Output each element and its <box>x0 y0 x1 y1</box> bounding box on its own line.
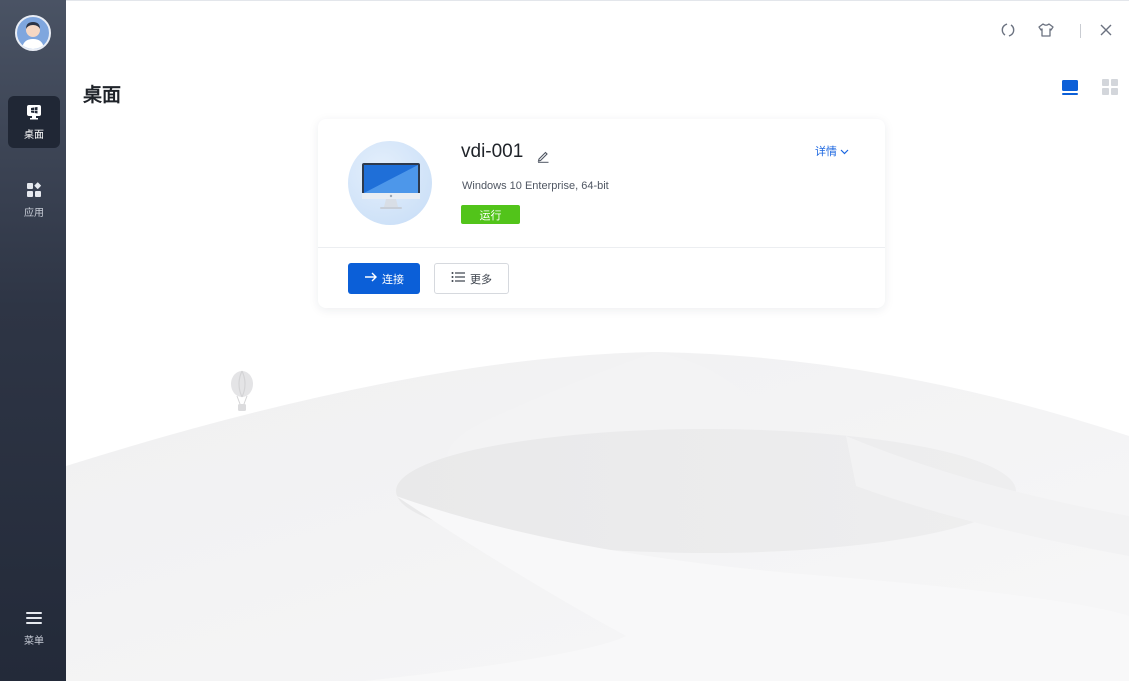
apps-icon <box>26 181 42 202</box>
details-link[interactable]: 详情 <box>815 143 849 159</box>
desktop-name: vdi-001 <box>461 141 524 162</box>
connect-label: 连接 <box>382 273 404 286</box>
desktop-card: vdi-001 Windows 10 Enterprise, 64-bit 运行… <box>318 119 885 308</box>
topbar-divider <box>1080 24 1081 38</box>
card-divider <box>318 247 885 248</box>
details-label: 详情 <box>815 145 837 158</box>
title-bar <box>66 0 1129 56</box>
more-label: 更多 <box>470 273 492 286</box>
arrow-right-icon <box>364 271 378 286</box>
more-button[interactable]: 更多 <box>434 263 509 294</box>
list-icon <box>451 271 465 286</box>
main-content: 桌面 vdi-001 Windows 10 Enterprise, 64-bit… <box>66 56 1129 681</box>
connect-button[interactable]: 连接 <box>348 263 420 294</box>
close-icon[interactable] <box>1097 21 1115 39</box>
grid-view-icon[interactable] <box>1101 78 1119 96</box>
sidebar-item-menu[interactable]: 菜单 <box>8 602 60 654</box>
sidebar-item-label: 菜单 <box>24 635 44 647</box>
desktop-icon <box>26 104 42 124</box>
theme-shirt-icon[interactable] <box>1037 21 1055 39</box>
status-badge: 运行 <box>461 205 520 224</box>
list-view-icon[interactable] <box>1061 78 1079 96</box>
edit-icon[interactable] <box>536 148 550 163</box>
sidebar-item-label: 应用 <box>24 207 44 219</box>
page-title: 桌面 <box>83 85 122 106</box>
sidebar-item-label: 桌面 <box>24 129 44 141</box>
menu-icon <box>25 610 43 630</box>
sidebar: 桌面 应用 菜单 <box>0 0 66 681</box>
chevron-down-icon <box>840 145 849 158</box>
monitor-icon <box>362 163 420 209</box>
sidebar-item-desktop[interactable]: 桌面 <box>8 96 60 148</box>
user-avatar[interactable] <box>15 15 51 51</box>
desktop-os: Windows 10 Enterprise, 64-bit <box>462 180 609 192</box>
desktop-thumbnail <box>348 141 432 225</box>
sidebar-item-apps[interactable]: 应用 <box>8 174 60 226</box>
refresh-icon[interactable] <box>999 21 1017 39</box>
